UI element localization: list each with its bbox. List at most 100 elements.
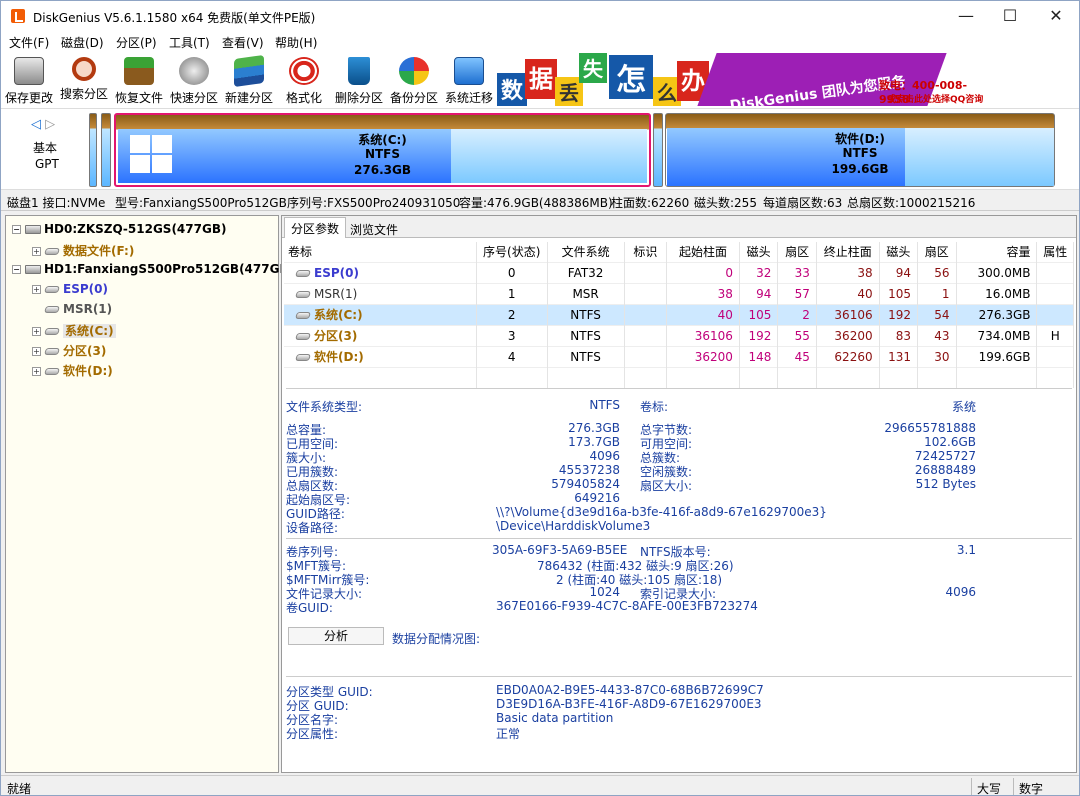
partition-guid-value: D3E9D16A-B3FE-416F-A8D9-67E1629700E3 [496,697,762,711]
expand-icon[interactable]: + [32,327,41,336]
table-row-selected[interactable]: 系统(C:) 2 NTFS 40 105 2 36106 192 54 276.… [284,303,1074,325]
partition-strip-esp[interactable] [89,113,97,187]
backup-partition-icon [399,57,429,85]
total-sectors-value: 579405824 [551,477,620,491]
status-bar: 就绪 大写 数字 [1,775,1079,796]
maximize-button[interactable]: ☐ [987,1,1033,31]
divider [1013,778,1014,795]
format-button[interactable]: 格式化 [277,55,331,107]
partition-block-c[interactable]: 系统(C:) NTFS 276.3GB [114,113,651,187]
tree-partition-3[interactable]: + 分区(3) [32,342,106,360]
col-start-cylinder[interactable]: 起始柱面 [666,242,740,262]
disk-type-basic: 基本 [33,141,58,155]
disk-cylinders: 柱面数:62260 [611,196,690,210]
hard-disk-icon [25,225,41,234]
col-start-head[interactable]: 磁头 [739,242,779,262]
col-id[interactable]: 标识 [624,242,668,262]
tab-bar: 分区参数 浏览文件 [282,216,1076,238]
tree-partition-d[interactable]: + 软件(D:) [32,362,113,380]
volume-guid-label: 卷GUID: [286,601,333,615]
next-disk-icon[interactable]: ▷ [45,117,55,132]
table-row[interactable]: MSR(1) 1 MSR 38 94 57 40 105 1 16.0MB [284,282,1074,304]
tree-disk-hd0[interactable]: − HD0:ZKSZQ-512GS(477GB) [12,222,226,240]
banner-qq-link[interactable]: 或点击此处选择QQ咨询 [887,92,983,105]
tree-partition-esp[interactable]: + ESP(0) [32,282,108,300]
table-row[interactable]: 软件(D:) 4 NTFS 36200 148 45 62260 131 30 … [284,345,1074,367]
collapse-icon[interactable]: − [12,225,21,234]
tree-disk-hd1[interactable]: − HD1:FanxiangS500Pro512GB(477GB) [12,262,294,280]
save-changes-button[interactable]: 保存更改 [2,55,56,107]
volume-label-value: 系统 [951,400,976,414]
menu-partition[interactable]: 分区(P) [116,34,157,51]
partition-strip-3[interactable] [653,113,663,187]
disk-nav-arrows[interactable]: ◁ ▷ [31,117,55,132]
menu-help[interactable]: 帮助(H) [275,34,317,51]
delete-partition-icon [348,57,370,85]
col-filesystem[interactable]: 文件系统 [547,242,625,262]
table-row[interactable]: ESP(0) 0 FAT32 0 32 33 38 94 56 300.0MB [284,261,1074,283]
partition-block-d[interactable]: 软件(D:) NTFS 199.6GB [665,113,1055,187]
col-end-sector[interactable]: 扇区 [917,242,957,262]
delete-partition-button[interactable]: 删除分区 [332,55,386,107]
search-partition-button[interactable]: 搜索分区 [57,55,111,107]
analyze-button[interactable]: 分析 [288,627,384,645]
ad-banner[interactable]: 数 据 丢 失 怎 么 办 DiskGenius 团队为您服务 致电：400-0… [497,53,997,106]
banner-tile: 据 [525,59,557,99]
banner-tile: 失 [579,53,607,83]
divider [286,388,1072,389]
menu-file[interactable]: 文件(F) [9,34,49,51]
expand-icon[interactable]: + [32,247,41,256]
col-start-sector[interactable]: 扇区 [777,242,817,262]
prev-disk-icon[interactable]: ◁ [31,117,41,132]
drive-icon [44,348,60,355]
expand-icon[interactable]: + [32,367,41,376]
divider [971,778,972,795]
tab-browse-files[interactable]: 浏览文件 [344,219,404,238]
tree-partition-c[interactable]: + 系统(C:) [32,322,116,340]
drive-icon [295,354,311,361]
col-volume-label[interactable]: 卷标 [284,242,477,262]
partition-strip-msr[interactable] [101,113,111,187]
table-row[interactable]: 分区(3) 3 NTFS 36106 192 55 36200 83 43 73… [284,324,1074,346]
close-button[interactable]: ✕ [1033,1,1079,31]
expand-icon[interactable]: + [32,285,41,294]
tree-partition-f[interactable]: + 数据文件(F:) [32,242,134,260]
backup-partition-button[interactable]: 备份分区 [387,55,441,107]
partition-size: 199.6GB [831,162,889,176]
menu-tools[interactable]: 工具(T) [169,34,210,51]
system-migration-button[interactable]: 系统迁移 [442,55,496,107]
drive-icon [295,269,311,277]
used-space-value: 173.7GB [568,435,620,449]
fs-type-value: NTFS [589,398,620,412]
menu-view[interactable]: 查看(V) [222,34,264,51]
drive-icon [44,286,60,293]
device-path-label: 设备路径: [286,521,339,535]
system-migration-icon [454,57,484,85]
expand-icon[interactable]: + [32,347,41,356]
disk-tree: − HD0:ZKSZQ-512GS(477GB) + 数据文件(F:) − HD1:F… [5,215,294,773]
free-clusters-value: 26888489 [914,463,976,477]
col-end-cylinder[interactable]: 终止柱面 [816,242,880,262]
fs-type-label: 文件系统类型: [286,400,363,414]
col-capacity[interactable]: 容量 [956,242,1038,262]
collapse-icon[interactable]: − [12,265,21,274]
col-attributes[interactable]: 属性 [1036,242,1074,262]
table-row-empty [284,366,1074,388]
num-lock-indicator: 数字 [1019,782,1044,796]
cluster-size-value: 4096 [589,449,620,463]
caps-lock-indicator: 大写 [977,782,1002,796]
app-window: DiskGenius V5.6.1.1580 x64 免费版(单文件PE版) —… [0,0,1080,796]
drive-icon [295,333,311,340]
disk-heads: 磁头数:255 [694,196,757,210]
col-index-status[interactable]: 序号(状态) [476,242,548,262]
new-partition-icon [234,54,264,88]
tree-partition-msr[interactable]: MSR(1) [44,302,112,320]
total-bytes-value: 296655781888 [884,421,976,435]
col-end-head[interactable]: 磁头 [879,242,919,262]
minimize-button[interactable]: — [943,1,989,31]
new-partition-button[interactable]: 新建分区 [222,54,276,107]
tab-partition-params[interactable]: 分区参数 [284,217,347,238]
recover-files-button[interactable]: 恢复文件 [112,55,166,107]
quick-partition-button[interactable]: 快速分区 [167,55,221,107]
menu-disk[interactable]: 磁盘(D) [61,34,104,51]
